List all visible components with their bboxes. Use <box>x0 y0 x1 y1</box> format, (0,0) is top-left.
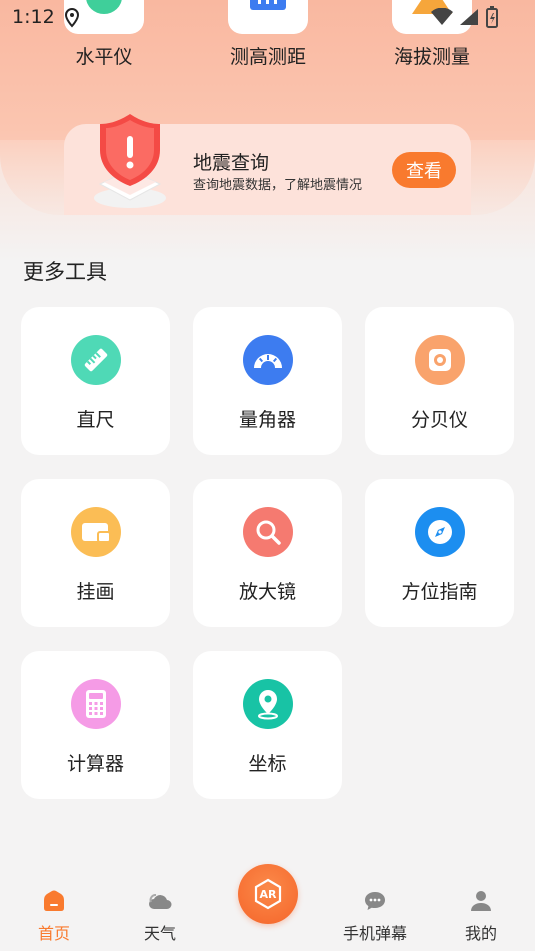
nav-mine-label: 我的 <box>464 924 497 943</box>
tool-protractor[interactable]: 量角器 <box>193 307 342 455</box>
decibel-icon <box>415 335 465 385</box>
tool-coordinates-label: 坐标 <box>248 753 287 775</box>
nav-barrage[interactable]: 手机弹幕 <box>335 890 415 944</box>
nav-mine[interactable]: 我的 <box>441 890 521 944</box>
picture-frame-icon <box>71 507 121 557</box>
signal-icon <box>460 9 478 25</box>
earthquake-subtitle: 查询地震数据，了解地震情况 <box>193 178 363 193</box>
tool-ruler[interactable]: 直尺 <box>21 307 170 455</box>
tool-compass-label: 方位指南 <box>401 581 478 603</box>
nav-weather-label: 天气 <box>143 924 176 943</box>
shield-alert-icon <box>78 110 178 210</box>
magnifier-icon <box>243 507 293 557</box>
tool-altitude-label: 海拔测量 <box>393 46 470 68</box>
bottom-nav: 首页 天气 AR 手机弹幕 我的 <box>0 864 535 951</box>
chat-bubble-icon <box>365 892 385 910</box>
tool-picture[interactable]: 挂画 <box>21 479 170 627</box>
compass-icon <box>415 507 465 557</box>
tool-calculator-label: 计算器 <box>66 753 124 775</box>
tool-compass[interactable]: 方位指南 <box>365 479 514 627</box>
nav-weather[interactable]: 天气 <box>120 890 200 944</box>
battery-icon <box>486 6 498 28</box>
tool-decibel[interactable]: 分贝仪 <box>365 307 514 455</box>
tool-level-label: 水平仪 <box>75 46 133 68</box>
tool-height-label: 测高测距 <box>229 46 306 68</box>
cloud-icon <box>149 894 172 909</box>
tool-ruler-label: 直尺 <box>76 409 115 431</box>
status-time: 1:12 <box>12 6 55 28</box>
nav-home[interactable]: 首页 <box>14 890 94 944</box>
calculator-icon <box>71 679 121 729</box>
tool-calculator[interactable]: 计算器 <box>21 651 170 799</box>
ar-icon: AR <box>254 878 282 910</box>
nav-barrage-label: 手机弹幕 <box>342 924 407 943</box>
status-icons <box>431 6 499 28</box>
status-bar: 1:12 <box>0 0 535 36</box>
ar-button[interactable]: AR <box>238 864 298 924</box>
home-icon <box>44 890 64 911</box>
tool-magnifier[interactable]: 放大镜 <box>193 479 342 627</box>
user-icon <box>471 891 491 911</box>
earthquake-title: 地震查询 <box>193 152 270 174</box>
protractor-icon <box>243 335 293 385</box>
earthquake-view-button[interactable]: 查看 <box>392 152 456 188</box>
nav-home-label: 首页 <box>37 924 70 943</box>
tool-coordinates[interactable]: 坐标 <box>193 651 342 799</box>
ruler-icon <box>71 335 121 385</box>
tool-magnifier-label: 放大镜 <box>238 581 296 603</box>
tool-decibel-label: 分贝仪 <box>410 409 468 431</box>
tool-protractor-label: 量角器 <box>238 409 296 431</box>
earthquake-card[interactable]: 地震查询 查询地震数据，了解地震情况 查看 <box>64 114 471 215</box>
section-title: 更多工具 <box>23 260 107 284</box>
tool-picture-label: 挂画 <box>76 581 115 603</box>
wifi-icon <box>431 8 453 25</box>
svg-text:AR: AR <box>260 888 278 901</box>
location-icon <box>64 7 80 32</box>
location-pin-icon <box>243 679 293 729</box>
